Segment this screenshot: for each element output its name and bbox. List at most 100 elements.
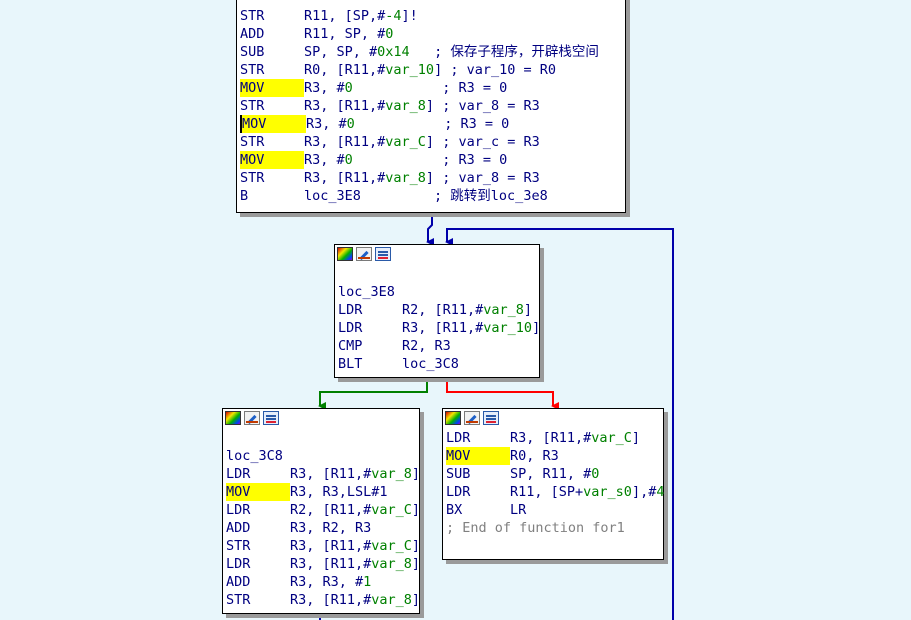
operand[interactable]: LR	[510, 502, 526, 518]
operand[interactable]: ]	[426, 170, 442, 186]
instruction-line[interactable]: Bloc_3E8 ; 跳转到loc_3e8	[237, 187, 625, 205]
operand[interactable]: ]	[426, 134, 442, 150]
mnemonic[interactable]: MOV	[240, 79, 304, 97]
operand[interactable]: R3, [R11,#	[402, 320, 483, 336]
operand[interactable]: R0, [R11,#	[304, 62, 385, 78]
instruction-line[interactable]: STR R11, [SP,#-4]!	[237, 7, 625, 25]
mnemonic[interactable]: STR	[240, 169, 304, 187]
operand[interactable]: ]	[412, 538, 420, 554]
stack-variable[interactable]: var_10	[385, 62, 434, 78]
operand[interactable]: R2, [R11,#	[402, 302, 483, 318]
operand[interactable]: R3, R3,LSL#1	[290, 484, 388, 500]
operand[interactable]	[353, 80, 442, 96]
operand[interactable]: R11, [SP+	[510, 484, 583, 500]
instruction-line[interactable]: MOV R0, R3	[443, 447, 663, 465]
edit-comment-icon[interactable]	[244, 411, 260, 425]
operand[interactable]: ]	[532, 320, 540, 336]
mnemonic[interactable]: ADD	[226, 519, 290, 537]
instruction-line[interactable]: STR R3, [R11,#var_8]	[223, 591, 420, 609]
operand[interactable]: R0, R3	[510, 448, 559, 464]
instruction-line[interactable]: LDR R2, [R11,#var_8]	[335, 301, 539, 319]
operand[interactable]: R3, R2, R3	[290, 520, 371, 536]
stack-variable[interactable]: var_8	[385, 170, 426, 186]
mnemonic[interactable]: LDR	[226, 465, 290, 483]
operand[interactable]: ]	[412, 592, 420, 608]
operand[interactable]: ]	[434, 62, 450, 78]
immediate-value[interactable]: 4	[656, 484, 664, 500]
mnemonic[interactable]: LDR	[338, 319, 402, 337]
mnemonic[interactable]: ADD	[226, 573, 290, 591]
mnemonic[interactable]: B	[240, 187, 304, 205]
instruction-line[interactable]: LDR R3, [R11,#var_8]	[223, 465, 420, 483]
stack-variable[interactable]: var_C	[591, 430, 632, 446]
operand[interactable]: R3, [R11,#	[290, 466, 371, 482]
immediate-value[interactable]: 1	[363, 574, 371, 590]
instruction-line[interactable]: CMP R2, R3	[335, 337, 539, 355]
operand[interactable]: R3, #	[304, 80, 345, 96]
mnemonic[interactable]: MOV	[446, 447, 510, 465]
operand[interactable]: loc_3C8	[402, 356, 459, 372]
operand[interactable]: ]	[632, 430, 640, 446]
mnemonic[interactable]: BX	[446, 501, 510, 519]
operand[interactable]: ]!	[402, 8, 418, 24]
instruction-line[interactable]: LDR R2, [R11,#var_C]	[223, 501, 420, 519]
mnemonic[interactable]: STR	[240, 7, 304, 25]
instruction-line[interactable]: STR R3, [R11,#var_C]	[223, 537, 420, 555]
instruction-line[interactable]: STR R3, [R11,#var_8] ; var_8 = R3	[237, 97, 625, 115]
operand[interactable]: R3, [R11,#	[304, 98, 385, 114]
operand[interactable]: R3, [R11,#	[304, 170, 385, 186]
mnemonic[interactable]: MOV	[240, 115, 306, 133]
mnemonic[interactable]: MOV	[240, 151, 304, 169]
mnemonic[interactable]: LDR	[446, 429, 510, 447]
instruction-line[interactable]: LDR R3, [R11,#var_C]	[443, 429, 663, 447]
mnemonic[interactable]: ADD	[240, 25, 304, 43]
mnemonic[interactable]: BLT	[338, 355, 402, 373]
mnemonic[interactable]: LDR	[446, 483, 510, 501]
stack-variable[interactable]: var_C	[385, 134, 426, 150]
stack-variable[interactable]: var_8	[385, 98, 426, 114]
instruction-line[interactable]: MOV R3, #0 ; R3 = 0	[237, 151, 625, 169]
instruction-line[interactable]: STR R3, [R11,#var_8] ; var_8 = R3	[237, 169, 625, 187]
immediate-value[interactable]: 0	[591, 466, 599, 482]
immediate-value[interactable]: 0x14	[377, 44, 410, 60]
operand[interactable]: ]	[412, 556, 420, 572]
mnemonic[interactable]: STR	[240, 61, 304, 79]
mnemonic[interactable]: SUB	[446, 465, 510, 483]
immediate-value[interactable]: 0	[385, 26, 393, 42]
instruction-line[interactable]: BLT loc_3C8	[335, 355, 539, 373]
operand[interactable]: R3, #	[304, 152, 345, 168]
operand[interactable]: ],#	[632, 484, 656, 500]
operand[interactable]: R2, R3	[402, 338, 451, 354]
mnemonic[interactable]: MOV	[226, 483, 290, 501]
instruction-line[interactable]: LDR R3, [R11,#var_10]	[335, 319, 540, 337]
mnemonic[interactable]: LDR	[226, 555, 290, 573]
stack-variable[interactable]: var_8	[371, 466, 412, 482]
operand[interactable]: ]	[412, 466, 420, 482]
instruction-line[interactable]: STR R3, [R11,#var_C] ; var_c = R3	[237, 133, 625, 151]
stack-variable[interactable]: var_8	[483, 302, 524, 318]
instruction-line[interactable]: ADD R11, SP, #0	[237, 25, 625, 43]
stack-variable[interactable]: var_C	[371, 538, 412, 554]
xrefs-icon[interactable]	[263, 411, 279, 425]
instruction-line[interactable]: MOV R3, R3,LSL#1	[223, 483, 419, 501]
edge-false-branch[interactable]	[446, 378, 559, 410]
operand[interactable]: R3, [R11,#	[290, 538, 371, 554]
mnemonic[interactable]: CMP	[338, 337, 402, 355]
operand[interactable]	[353, 152, 442, 168]
operand[interactable]: loc_3E8	[304, 188, 434, 204]
immediate-value[interactable]: 0	[345, 80, 353, 96]
operand[interactable]	[355, 116, 444, 132]
immediate-value[interactable]: 0	[345, 152, 353, 168]
instruction-line[interactable]: ADD R3, R3, #1	[223, 573, 419, 591]
operand[interactable]: R3, [R11,#	[510, 430, 591, 446]
mnemonic[interactable]: LDR	[226, 501, 290, 519]
instruction-line[interactable]: LDR R11, [SP+var_s0],#4	[443, 483, 664, 501]
code-block-loc-3e8[interactable]: loc_3E8 LDR R2, [R11,#var_8] LDR R3, [R11,#v…	[334, 244, 540, 378]
graph-overview-icon[interactable]	[337, 247, 353, 261]
block-label[interactable]: loc_3E8	[335, 283, 539, 301]
instruction-line[interactable]: BX LR	[443, 501, 663, 519]
operand[interactable]: R3, R3, #	[290, 574, 363, 590]
instruction-line[interactable]: LDR R3, [R11,#var_8]	[223, 555, 420, 573]
mnemonic[interactable]: STR	[226, 537, 290, 555]
edge-true-branch[interactable]	[318, 378, 428, 410]
